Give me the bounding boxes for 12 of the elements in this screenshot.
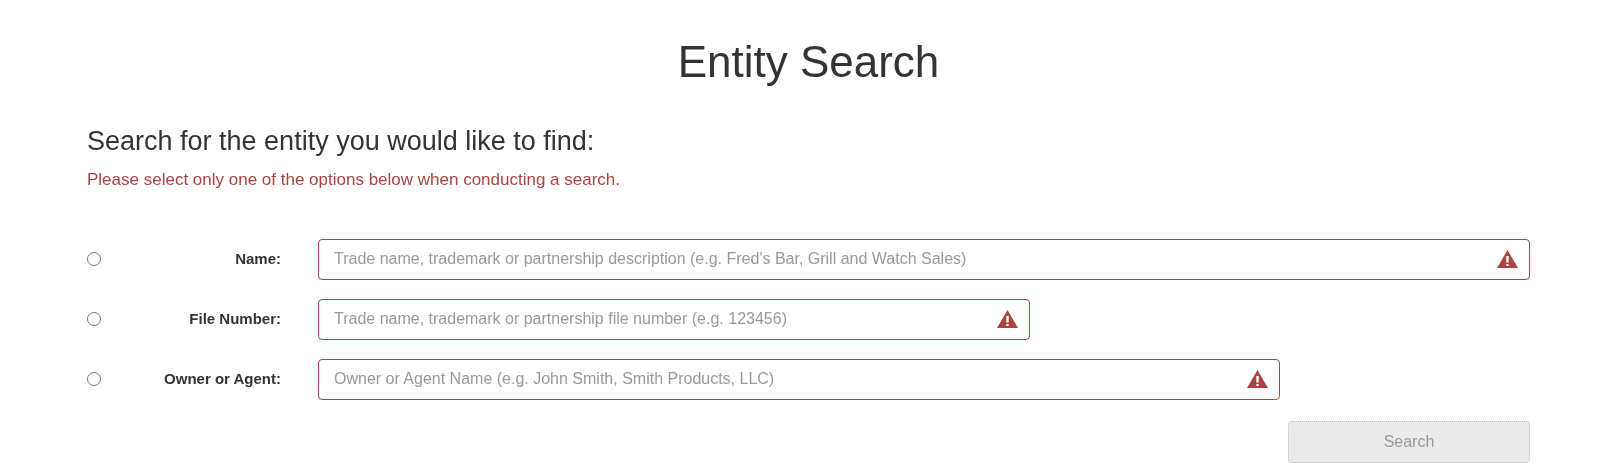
notice-text: Please select only one of the options below when conducting a search. [87,169,621,192]
warning-icon [1497,249,1518,268]
warning-icon [1247,369,1268,388]
input-field[interactable]: Owner or Agent Name (e.g. John Smith, Smith Products, LLC) [318,358,1280,400]
field-label: Name: [234,248,281,269]
page-title: Entity Search [676,38,941,87]
input-field[interactable]: Trade name, trademark or partnership file number (e.g. 123456) [318,298,1030,340]
warning-icon [997,309,1018,328]
field-label: Owner or Agent: [163,368,281,389]
field-label: File Number: [188,308,281,329]
search-heading: Search for the entity you would like to find: [87,127,596,158]
input-field[interactable]: Trade name, trademark or partnership description (e.g. Fred's Bar, Grill and Watch Sales) [318,238,1530,280]
